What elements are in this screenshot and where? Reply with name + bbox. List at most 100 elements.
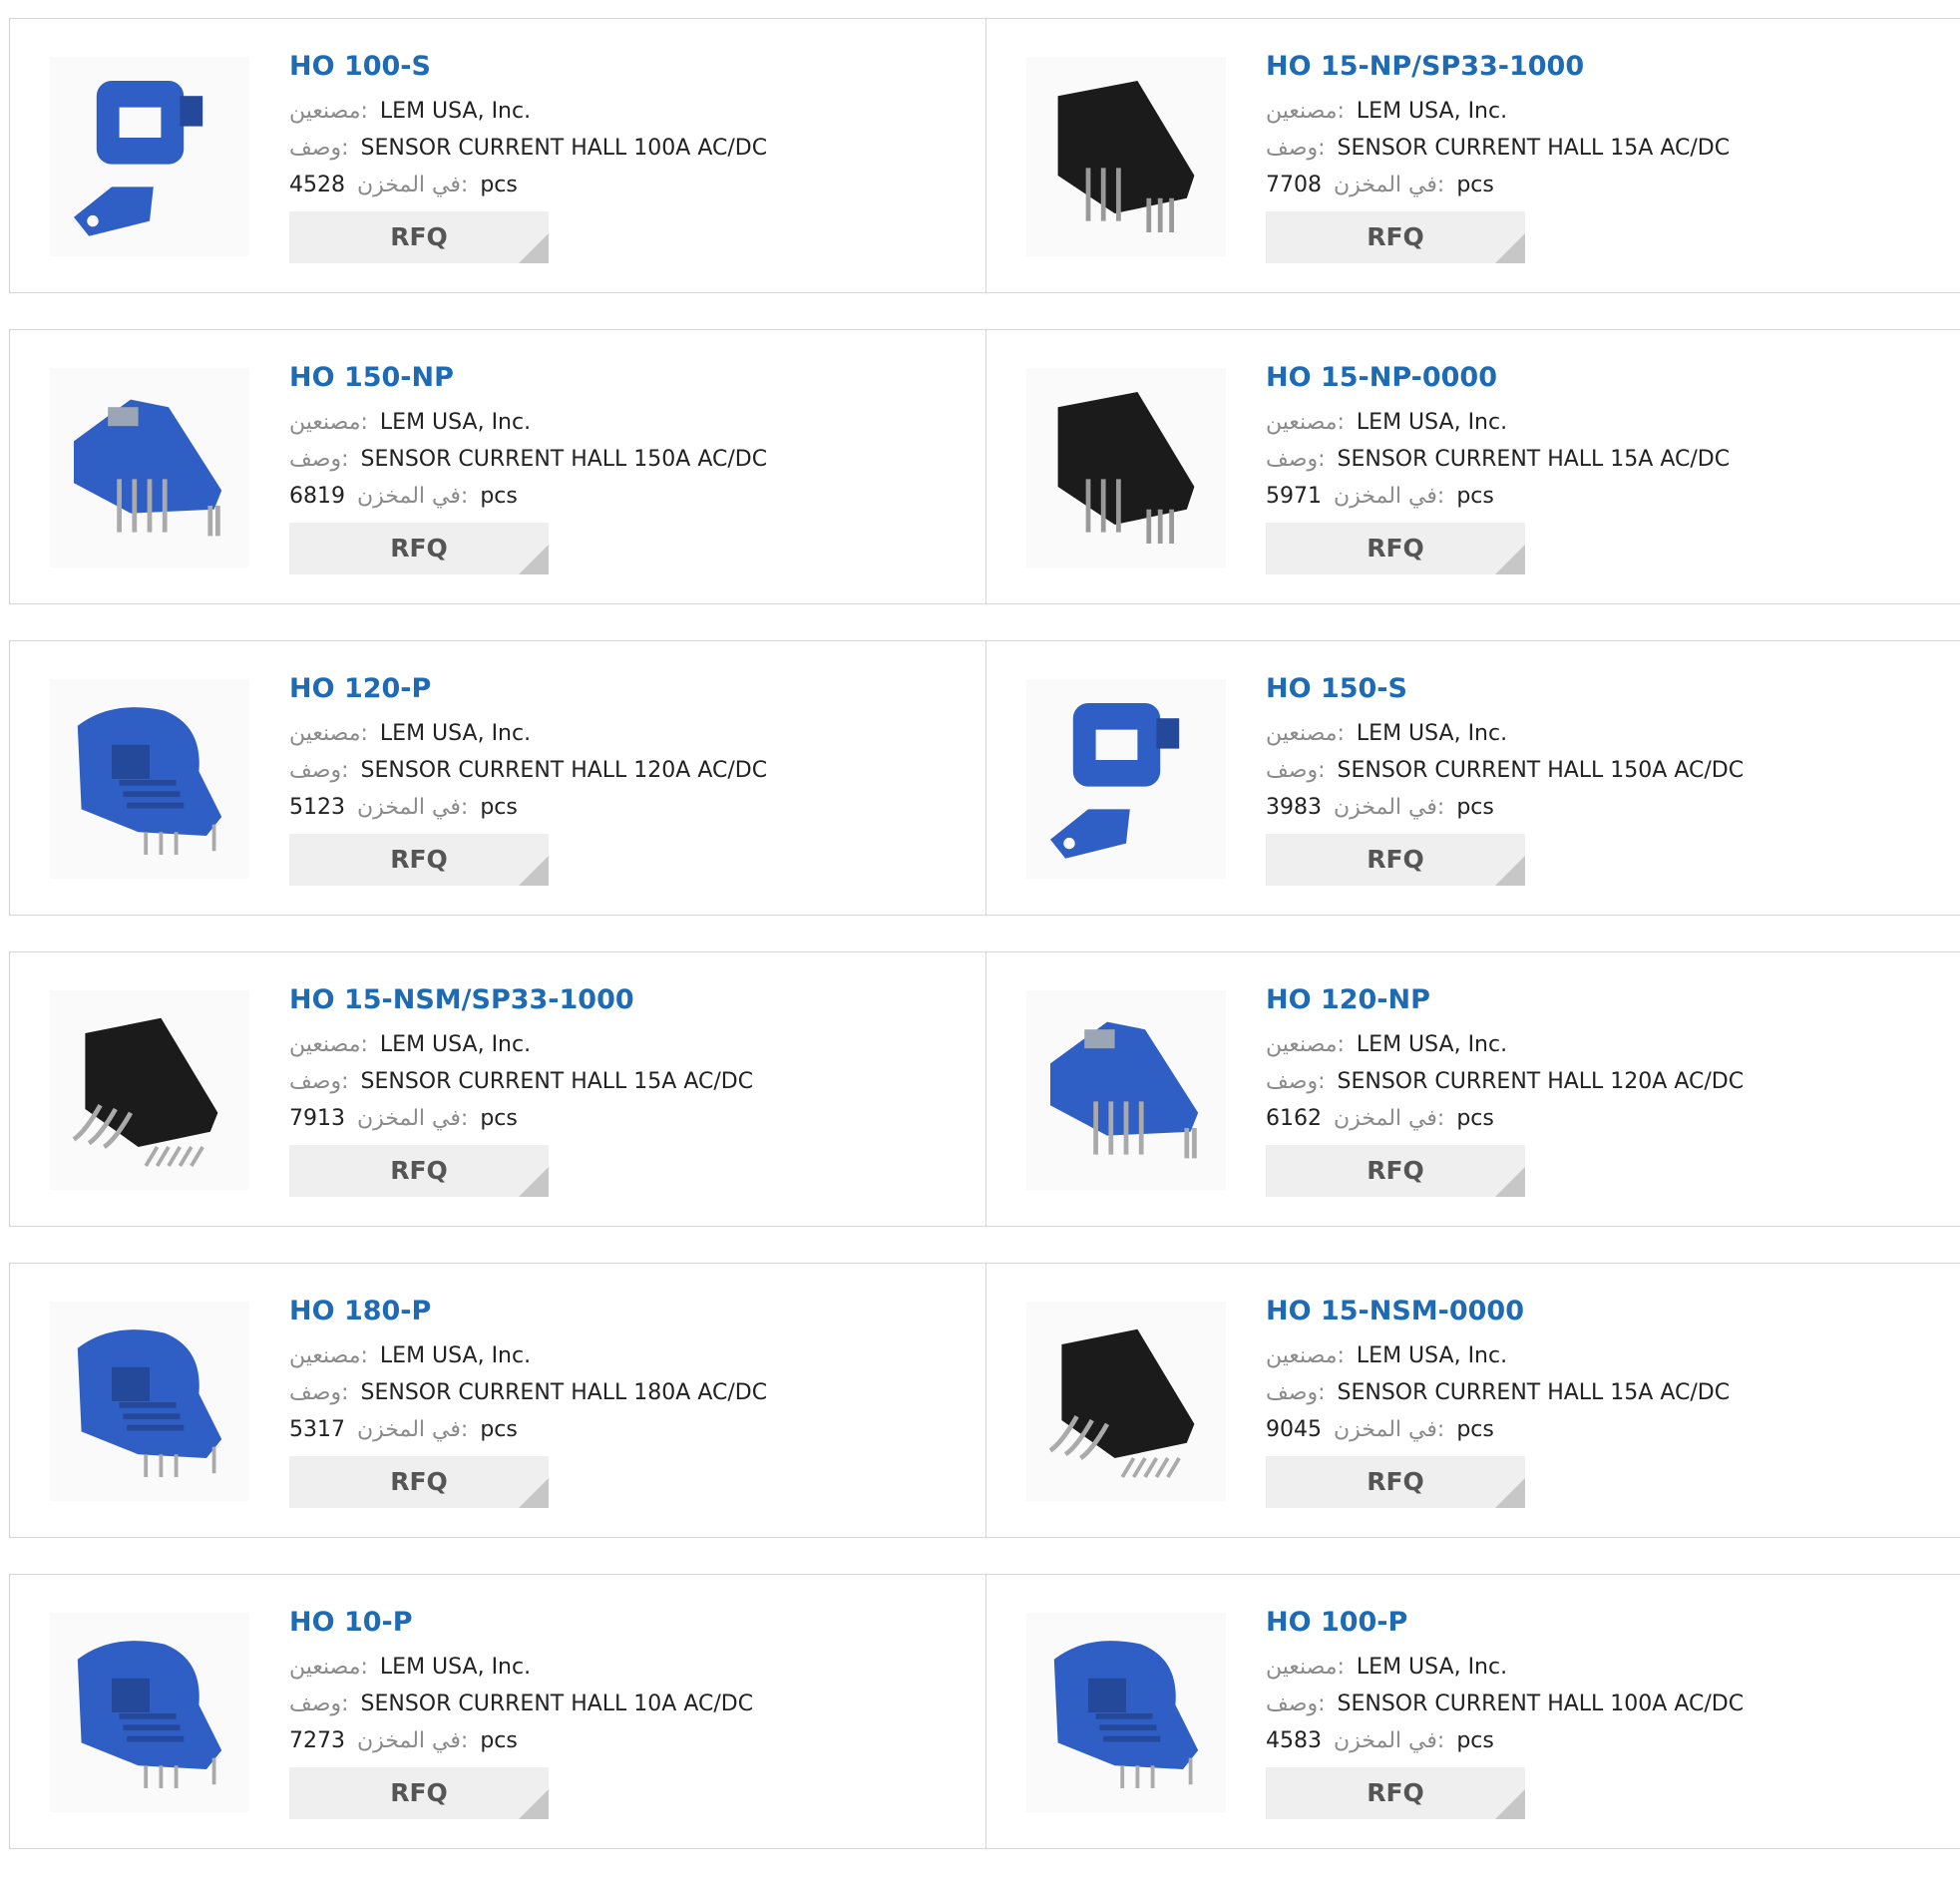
product-image[interactable] xyxy=(1026,990,1226,1190)
product-image[interactable] xyxy=(50,679,249,879)
manufacturer-value: LEM USA, Inc. xyxy=(1356,1032,1508,1057)
rfq-button[interactable]: RFQ xyxy=(289,523,549,574)
stock-value: 6162 xyxy=(1266,1106,1322,1131)
product-name-link[interactable]: HO 150-S xyxy=(1266,671,1924,707)
product-image[interactable] xyxy=(50,57,249,256)
product-row: HO 100-S مصنعين: LEM USA, Inc. وصف: SENSOR… xyxy=(9,18,1960,293)
rfq-button[interactable]: RFQ xyxy=(289,1456,549,1508)
product-image[interactable] xyxy=(50,368,249,567)
description-value: SENSOR CURRENT HALL 150A AC/DC xyxy=(360,447,768,472)
manufacturer-label: مصنعين: xyxy=(289,410,368,435)
stock-unit: pcs xyxy=(480,1417,518,1442)
description-label: وصف: xyxy=(1266,1692,1326,1716)
manufacturer-value: LEM USA, Inc. xyxy=(1356,721,1508,746)
product-row: HO 180-P مصنعين: LEM USA, Inc. وصف: SENSOR… xyxy=(9,1263,1960,1538)
product-image[interactable] xyxy=(1026,1302,1226,1501)
description-label: وصف: xyxy=(289,447,349,472)
rfq-label: RFQ xyxy=(1367,1156,1424,1185)
rfq-corner-icon xyxy=(1495,233,1525,263)
manufacturer-label: مصنعين: xyxy=(1266,1655,1345,1680)
product-image[interactable] xyxy=(50,1302,249,1501)
product-info: HO 15-NSM/SP33-1000 مصنعين: LEM USA, Inc.… xyxy=(289,982,948,1197)
description-label: وصف: xyxy=(1266,136,1326,161)
rfq-button[interactable]: RFQ xyxy=(1266,523,1525,574)
manufacturer-label: مصنعين: xyxy=(289,1032,368,1057)
product-info: HO 120-P مصنعين: LEM USA, Inc. وصف: SENSOR… xyxy=(289,671,948,886)
product-name-link[interactable]: HO 120-NP xyxy=(1266,982,1924,1018)
stock-value: 7913 xyxy=(289,1106,345,1131)
rfq-button[interactable]: RFQ xyxy=(1266,834,1525,886)
manufacturer-value: LEM USA, Inc. xyxy=(1356,410,1508,435)
stock-unit: pcs xyxy=(1456,484,1494,509)
manufacturer-line: مصنعين: LEM USA, Inc. xyxy=(1266,1337,1924,1374)
stock-label: في المخزن: xyxy=(1334,484,1445,509)
manufacturer-value: LEM USA, Inc. xyxy=(379,1343,532,1368)
manufacturer-value: LEM USA, Inc. xyxy=(379,99,532,124)
rfq-button[interactable]: RFQ xyxy=(289,1767,549,1819)
product-image[interactable] xyxy=(50,1613,249,1812)
stock-value: 5123 xyxy=(289,795,345,820)
product-name-link[interactable]: HO 120-P xyxy=(289,671,948,707)
manufacturer-label: مصنعين: xyxy=(289,1655,368,1680)
product-name-link[interactable]: HO 100-S xyxy=(289,49,948,85)
rfq-corner-icon xyxy=(1495,856,1525,886)
product-image[interactable] xyxy=(1026,368,1226,567)
description-line: وصف: SENSOR CURRENT HALL 150A AC/DC xyxy=(289,441,948,478)
product-name-link[interactable]: HO 180-P xyxy=(289,1294,948,1329)
rfq-button[interactable]: RFQ xyxy=(1266,1456,1525,1508)
rfq-button[interactable]: RFQ xyxy=(289,211,549,263)
stock-line: 9045 في المخزن: pcs xyxy=(1266,1411,1924,1448)
product-name-link[interactable]: HO 100-P xyxy=(1266,1605,1924,1641)
product-card: HO 150-NP مصنعين: LEM USA, Inc. وصف: SENSO… xyxy=(10,330,985,603)
description-line: وصف: SENSOR CURRENT HALL 150A AC/DC xyxy=(1266,752,1924,789)
stock-value: 5317 xyxy=(289,1417,345,1442)
manufacturer-value: LEM USA, Inc. xyxy=(1356,1343,1508,1368)
rfq-button[interactable]: RFQ xyxy=(1266,1767,1525,1819)
rfq-label: RFQ xyxy=(1367,845,1424,874)
rfq-button[interactable]: RFQ xyxy=(289,834,549,886)
product-info: HO 150-NP مصنعين: LEM USA, Inc. وصف: SENSO… xyxy=(289,360,948,574)
product-image[interactable] xyxy=(1026,57,1226,256)
stock-line: 5317 في المخزن: pcs xyxy=(289,1411,948,1448)
manufacturer-value: LEM USA, Inc. xyxy=(379,721,532,746)
product-image[interactable] xyxy=(1026,1613,1226,1812)
description-label: وصف: xyxy=(1266,1380,1326,1405)
rfq-corner-icon xyxy=(1495,1478,1525,1508)
stock-label: في المخزن: xyxy=(357,795,469,820)
description-label: وصف: xyxy=(1266,758,1326,783)
rfq-label: RFQ xyxy=(390,1156,448,1185)
product-info: HO 100-S مصنعين: LEM USA, Inc. وصف: SENSOR… xyxy=(289,49,948,263)
manufacturer-label: مصنعين: xyxy=(289,99,368,124)
stock-value: 4583 xyxy=(1266,1728,1322,1753)
product-name-link[interactable]: HO 15-NP-0000 xyxy=(1266,360,1924,396)
rfq-corner-icon xyxy=(519,1478,549,1508)
stock-label: في المخزن: xyxy=(1334,1728,1445,1753)
product-name-link[interactable]: HO 10-P xyxy=(289,1605,948,1641)
description-line: وصف: SENSOR CURRENT HALL 100A AC/DC xyxy=(289,130,948,167)
stock-unit: pcs xyxy=(1456,173,1494,197)
product-name-link[interactable]: HO 150-NP xyxy=(289,360,948,396)
product-name-link[interactable]: HO 15-NSM-0000 xyxy=(1266,1294,1924,1329)
description-value: SENSOR CURRENT HALL 15A AC/DC xyxy=(360,1069,754,1094)
rfq-corner-icon xyxy=(519,856,549,886)
rfq-corner-icon xyxy=(519,233,549,263)
product-info: HO 15-NP/SP33-1000 مصنعين: LEM USA, Inc. … xyxy=(1266,49,1924,263)
rfq-button[interactable]: RFQ xyxy=(289,1145,549,1197)
product-card: HO 15-NP/SP33-1000 مصنعين: LEM USA, Inc. … xyxy=(985,19,1960,292)
product-image[interactable] xyxy=(50,990,249,1190)
description-value: SENSOR CURRENT HALL 100A AC/DC xyxy=(1337,1692,1745,1716)
manufacturer-line: مصنعين: LEM USA, Inc. xyxy=(1266,404,1924,441)
description-value: SENSOR CURRENT HALL 120A AC/DC xyxy=(360,758,768,783)
rfq-label: RFQ xyxy=(1367,1778,1424,1807)
description-value: SENSOR CURRENT HALL 15A AC/DC xyxy=(1337,136,1731,161)
rfq-button[interactable]: RFQ xyxy=(1266,1145,1525,1197)
product-name-link[interactable]: HO 15-NP/SP33-1000 xyxy=(1266,49,1924,85)
stock-value: 4528 xyxy=(289,173,345,197)
stock-line: 6162 في المخزن: pcs xyxy=(1266,1100,1924,1137)
description-line: وصف: SENSOR CURRENT HALL 180A AC/DC xyxy=(289,1374,948,1411)
rfq-button[interactable]: RFQ xyxy=(1266,211,1525,263)
product-image[interactable] xyxy=(1026,679,1226,879)
product-name-link[interactable]: HO 15-NSM/SP33-1000 xyxy=(289,982,948,1018)
product-card: HO 100-P مصنعين: LEM USA, Inc. وصف: SENSOR… xyxy=(985,1575,1960,1848)
rfq-corner-icon xyxy=(1495,1167,1525,1197)
